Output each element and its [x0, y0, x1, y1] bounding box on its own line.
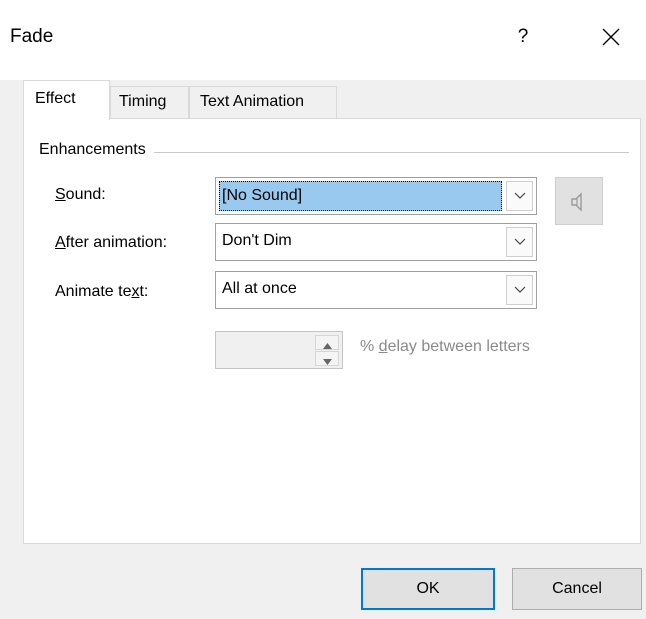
spin-down-button[interactable] — [315, 351, 339, 366]
chevron-down-icon — [514, 286, 525, 293]
after-animation-dropdown-arrow[interactable] — [506, 227, 533, 257]
caret-up-icon — [322, 343, 332, 349]
after-animation-value: Don't Dim — [222, 232, 292, 249]
effect-tab-panel: Enhancements Sound: [No Sound] After ani… — [23, 118, 641, 544]
sound-dropdown[interactable]: [No Sound] — [215, 177, 537, 215]
sound-value: [No Sound] — [219, 181, 502, 211]
title-bar: Fade ? — [0, 0, 646, 80]
tab-text-animation[interactable]: Text Animation — [189, 86, 337, 118]
animate-text-label: Animate text: — [55, 283, 149, 300]
speaker-icon — [571, 192, 582, 212]
chevron-down-icon — [514, 192, 525, 199]
after-animation-label: After animation: — [55, 234, 168, 251]
close-button[interactable] — [586, 12, 636, 62]
after-animation-dropdown[interactable]: Don't Dim — [215, 223, 537, 261]
spin-up-button[interactable] — [315, 335, 339, 350]
fade-dialog: Fade ? Effect Timing Text Animation Enha… — [0, 0, 646, 619]
sound-dropdown-arrow[interactable] — [506, 181, 533, 211]
caret-down-icon — [322, 359, 332, 365]
delay-spinner[interactable] — [215, 331, 343, 369]
tab-effect[interactable]: Effect — [23, 80, 110, 120]
sound-label: Sound: — [55, 186, 106, 203]
animate-text-dropdown-arrow[interactable] — [506, 275, 533, 305]
sound-preview-button[interactable] — [555, 177, 603, 225]
ok-button[interactable]: OK — [361, 568, 495, 610]
close-icon — [602, 28, 620, 46]
enhancements-group-label: Enhancements — [39, 141, 154, 159]
delay-label: % delay between letters — [360, 338, 530, 355]
animate-text-dropdown[interactable]: All at once — [215, 271, 537, 309]
tab-timing[interactable]: Timing — [110, 86, 189, 118]
dialog-title: Fade — [10, 26, 54, 47]
animate-text-value: All at once — [222, 280, 297, 297]
chevron-down-icon — [514, 238, 525, 245]
help-button[interactable]: ? — [500, 12, 546, 62]
cancel-button[interactable]: Cancel — [512, 568, 642, 610]
